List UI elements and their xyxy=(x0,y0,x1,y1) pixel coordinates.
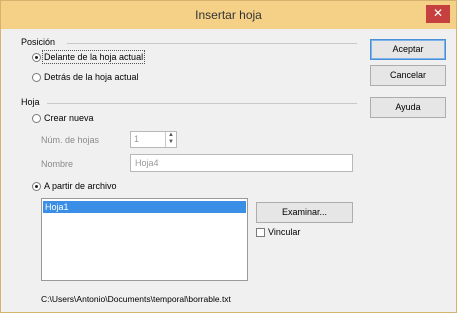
insert-sheet-dialog: Insertar hoja ✕ Posición Delante de la h… xyxy=(0,0,457,313)
stepper-up-icon[interactable]: ▲ xyxy=(166,132,176,139)
link-checkbox[interactable] xyxy=(256,227,265,237)
browse-button[interactable]: Examinar... xyxy=(256,202,353,223)
file-path: C:\Users\Antonio\Documents\temporal\borr… xyxy=(41,294,231,304)
radio-before-current[interactable]: Delante de la hoja actual xyxy=(32,50,146,64)
radio-before-current-indicator[interactable] xyxy=(32,52,41,62)
position-section-label: Posición xyxy=(21,37,56,47)
num-sheets-label: Núm. de hojas xyxy=(41,135,100,145)
cancel-button[interactable]: Cancelar xyxy=(370,65,446,86)
title-bar[interactable]: Insertar hoja ✕ xyxy=(1,1,456,29)
close-button[interactable]: ✕ xyxy=(426,5,450,23)
radio-after-current-indicator[interactable] xyxy=(32,72,41,82)
radio-after-current-label: Detrás de la hoja actual xyxy=(44,72,139,82)
sheet-divider xyxy=(47,103,357,104)
sheet-section-label: Hoja xyxy=(21,97,40,107)
sheet-listbox[interactable]: Hoja1 xyxy=(41,198,248,281)
num-sheets-value[interactable]: 1 xyxy=(134,134,139,144)
list-item[interactable]: Hoja1 xyxy=(43,201,246,213)
stepper-buttons[interactable]: ▲ ▼ xyxy=(165,132,176,147)
help-button[interactable]: Ayuda xyxy=(370,97,446,118)
radio-after-current[interactable]: Detrás de la hoja actual xyxy=(32,72,139,82)
radio-create-new-label: Crear nueva xyxy=(44,113,94,123)
radio-from-file-indicator[interactable] xyxy=(32,181,41,191)
position-divider xyxy=(67,43,357,44)
dialog-title: Insertar hoja xyxy=(195,8,262,22)
stepper-down-icon[interactable]: ▼ xyxy=(166,139,176,146)
num-sheets-stepper[interactable]: 1 ▲ ▼ xyxy=(130,131,177,148)
link-checkbox-row[interactable]: Vincular xyxy=(256,227,300,237)
radio-before-current-label: Delante de la hoja actual xyxy=(41,50,146,64)
name-label: Nombre xyxy=(41,159,74,169)
radio-from-file[interactable]: A partir de archivo xyxy=(32,181,117,191)
sheet-name-input[interactable]: Hoja4 xyxy=(130,154,353,172)
ok-button[interactable]: Aceptar xyxy=(370,39,446,60)
radio-create-new-indicator[interactable] xyxy=(32,113,41,123)
radio-create-new[interactable]: Crear nueva xyxy=(32,113,94,123)
radio-from-file-label: A partir de archivo xyxy=(44,181,117,191)
sheet-name-value[interactable]: Hoja4 xyxy=(135,158,159,168)
link-checkbox-label: Vincular xyxy=(268,227,301,237)
